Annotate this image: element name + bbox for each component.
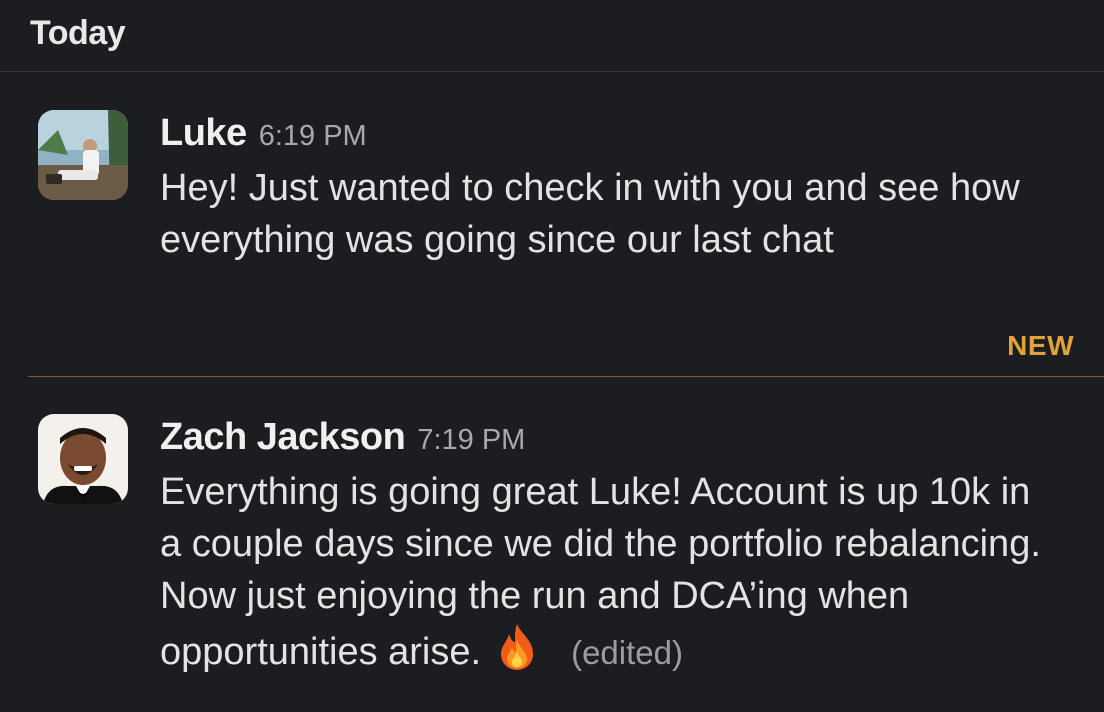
- fire-icon: [501, 624, 534, 670]
- sender-name[interactable]: Zach Jackson: [160, 416, 406, 459]
- message-body: Luke 6:19 PM Hey! Just wanted to check i…: [160, 112, 1044, 266]
- message-item[interactable]: Luke 6:19 PM Hey! Just wanted to check i…: [0, 108, 1104, 278]
- message-text-container: Everything is going great Luke! Account …: [160, 466, 1044, 679]
- edited-label: (edited): [571, 634, 683, 671]
- message-timestamp[interactable]: 6:19 PM: [259, 120, 367, 153]
- new-messages-label: NEW: [1007, 330, 1074, 361]
- message-header: Luke 6:19 PM: [160, 112, 1044, 156]
- avatar[interactable]: [38, 110, 128, 200]
- day-header: Today: [0, 0, 1104, 72]
- message-body: Zach Jackson 7:19 PM Everything is going…: [160, 416, 1044, 679]
- message-item[interactable]: Zach Jackson 7:19 PM Everything is going…: [0, 414, 1104, 704]
- new-messages-divider: [28, 376, 1104, 377]
- message-header: Zach Jackson 7:19 PM: [160, 416, 1044, 460]
- day-label[interactable]: Today: [30, 14, 126, 53]
- avatar[interactable]: [38, 414, 128, 504]
- sender-name[interactable]: Luke: [160, 112, 247, 155]
- user-photo-icon: [38, 110, 128, 200]
- user-photo-icon: [38, 414, 128, 504]
- message-timestamp[interactable]: 7:19 PM: [417, 424, 525, 457]
- message-text: Hey! Just wanted to check in with you an…: [160, 167, 1020, 261]
